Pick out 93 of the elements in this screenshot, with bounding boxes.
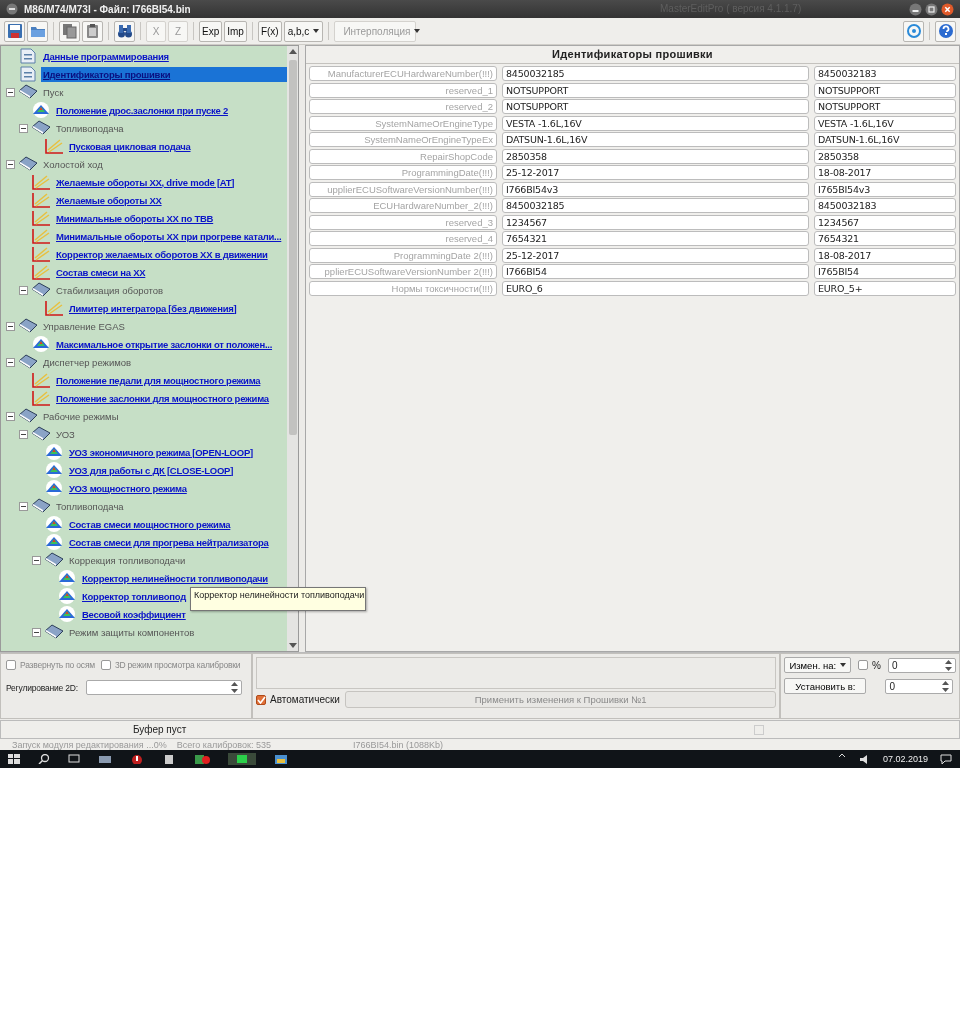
value-field[interactable]: 18-08-2017 xyxy=(814,165,956,180)
status-text: Всего калибровок: 535 xyxy=(176,739,271,750)
value-field[interactable]: 1234567 xyxy=(814,214,956,230)
value-field[interactable]: I765BI54 xyxy=(814,264,956,279)
tree-item[interactable]: Состав смеси для прогрева нейтрализатора xyxy=(67,534,271,550)
tree-item[interactable]: Корректор топливопод xyxy=(80,588,188,604)
value-field[interactable]: DATSUN-1.6L,16V xyxy=(814,132,956,147)
tree-group-label[interactable]: Коррекция топливоподачи xyxy=(67,553,188,567)
value-field[interactable]: 1234567 xyxy=(502,214,809,230)
spin-field[interactable]: 0 xyxy=(888,657,956,673)
value-field[interactable]: 25-12-2017 xyxy=(502,165,809,180)
spin-field[interactable]: 0 xyxy=(885,678,954,694)
tree-item[interactable]: Желаемые обороты ХХ, drive mode [AT] xyxy=(54,174,237,190)
field-label: SystemNameOrEngineTypeEx xyxy=(309,132,497,147)
panel-title: Идентификаторы прошивки xyxy=(306,46,959,64)
tree-item[interactable]: Весовой коэффициент xyxy=(80,606,188,622)
value-field[interactable]: EURO_6 xyxy=(502,280,809,296)
field-label: ECUHardwareNumber_2(!!!) xyxy=(309,198,497,213)
tree-item[interactable]: Состав смеси на ХХ xyxy=(54,264,148,280)
tree-group-label[interactable]: УОЗ xyxy=(54,427,77,441)
field-label: pplierECUSoftwareVersionNumber 2(!!!) xyxy=(309,264,497,279)
value-field[interactable]: 25-12-2017 xyxy=(502,247,809,263)
field-label: SystemNameOrEngineType xyxy=(309,115,497,131)
tree-group-label[interactable]: Топливоподача xyxy=(54,121,126,135)
tree-item[interactable]: УОЗ мощностного режима xyxy=(67,480,189,496)
value-field[interactable]: VESTA -1.6L,16V xyxy=(814,115,956,131)
toolbar-button[interactable]: Imp xyxy=(224,20,247,42)
tree-item[interactable]: Корректор нелинейности топливоподачи xyxy=(80,570,270,586)
tree-group-label[interactable]: Топливоподача xyxy=(54,499,126,513)
field-label: upplierECUSoftwareVersionNumber(!!!) xyxy=(309,181,497,197)
tooltip: Корректор нелинейности топливоподачи xyxy=(190,587,366,611)
tree-item[interactable]: Состав смеси мощностного режима xyxy=(67,516,233,532)
value-field[interactable]: I766BI54 xyxy=(502,264,809,279)
value-field[interactable]: DATSUN-1.6L,16V xyxy=(502,132,809,147)
value-field[interactable]: 18-08-2017 xyxy=(814,247,956,263)
value-field[interactable]: NOTSUPPORT xyxy=(502,99,809,114)
value-field[interactable]: 2850358 xyxy=(502,148,809,164)
value-field[interactable]: NOTSUPPORT xyxy=(814,82,956,98)
tree-item[interactable]: Положение дрос.заслонки при пуске 2 xyxy=(54,102,230,118)
tree-item[interactable]: Лимитер интегратора [без движения] xyxy=(67,300,239,316)
field-label: ProgrammingDate 2(!!!) xyxy=(309,247,497,263)
field-label: reserved_3 xyxy=(309,214,497,230)
checkbox-label[interactable]: % xyxy=(872,659,881,671)
field-label: ProgrammingDate(!!!) xyxy=(309,165,497,180)
tree-item[interactable]: Корректор желаемых оборотов ХХ в движении xyxy=(54,246,270,262)
tree-item[interactable]: Минимальные обороты ХХ при прогреве катали... xyxy=(54,228,284,244)
field-label: ManufacturerECUHardwareNumber(!!!) xyxy=(309,66,497,81)
value-field[interactable]: 8450032183 xyxy=(814,198,956,213)
tree-group-label[interactable]: Стабилизация оборотов xyxy=(54,283,166,297)
field-label: RepairShopCode xyxy=(309,148,497,164)
toolbar-button[interactable]: F(x) xyxy=(257,20,282,42)
toolbar-dropdown[interactable]: a,b,c xyxy=(283,20,324,42)
value-field[interactable]: I766BI54v3 xyxy=(502,181,809,197)
field-label: Нормы токсичности(!!!) xyxy=(309,280,497,296)
checkbox-label[interactable]: Автоматически xyxy=(270,694,340,705)
tree-item[interactable]: Минимальные обороты ХХ по ТВВ xyxy=(54,210,216,226)
tree-group-label[interactable]: Управление EGAS xyxy=(41,319,127,333)
value-field[interactable]: VESTA -1.6L,16V xyxy=(502,115,809,131)
tree-item[interactable]: Желаемые обороты ХХ xyxy=(54,192,164,208)
value-field[interactable]: 7654321 xyxy=(502,231,809,246)
value-field[interactable]: NOTSUPPORT xyxy=(502,82,809,98)
field-label: reserved_1 xyxy=(309,82,497,98)
change-dropdown[interactable]: Измен. на: xyxy=(784,657,852,673)
tree-item[interactable]: Положение заслонки для мощностного режима xyxy=(54,390,271,406)
clock-date[interactable]: 07.02.2019 xyxy=(882,754,928,764)
tree-group-label[interactable]: Пуск xyxy=(41,85,66,99)
tree-group-label[interactable]: Холостой ход xyxy=(41,157,105,171)
field-label: Регулирование 2D: xyxy=(6,682,78,693)
tree-item[interactable]: Максимальное открытие заслонки от положен... xyxy=(54,336,275,352)
value-field[interactable]: EURO_5+ xyxy=(814,280,956,296)
value-field[interactable]: 8450032183 xyxy=(814,66,956,81)
tree-item[interactable]: Положение педали для мощностного режима xyxy=(54,372,263,388)
status-text: Запуск модуля редактирования ...0% xyxy=(12,739,167,750)
field-label: reserved_4 xyxy=(309,231,497,246)
tree-group-label[interactable]: Рабочие режимы xyxy=(41,409,121,423)
value-field[interactable]: NOTSUPPORT xyxy=(814,99,956,114)
value-field[interactable]: 8450032185 xyxy=(502,66,809,81)
tree-item[interactable]: Данные программирования xyxy=(41,48,171,64)
value-field[interactable]: 8450032185 xyxy=(502,198,809,213)
tree-group-label[interactable]: Диспетчер режимов xyxy=(41,355,134,369)
tree-group-label[interactable]: Режим защиты компонентов xyxy=(67,625,197,639)
tree-item[interactable]: УОЗ экономичного режима [OPEN-LOOP] xyxy=(67,444,255,460)
set-button[interactable]: Установить в: xyxy=(784,678,867,694)
value-field[interactable]: I765BI54v3 xyxy=(814,181,956,197)
value-field[interactable]: 2850358 xyxy=(814,148,956,164)
status-text: Буфер пуст xyxy=(133,724,187,735)
toolbar-button[interactable]: Exp xyxy=(199,20,223,42)
tree-item[interactable]: УОЗ для работы с ДК [CLOSE-LOOP] xyxy=(67,462,236,478)
window-title: M86/M74/M73I - Файл: I766BI54.bin xyxy=(24,3,191,15)
status-text: I766BI54.bin (1088Kb) xyxy=(353,739,444,750)
value-field[interactable]: 7654321 xyxy=(814,231,956,246)
field-label: reserved_2 xyxy=(309,99,497,114)
tree-item[interactable]: Пусковая цикловая подача xyxy=(67,138,193,154)
